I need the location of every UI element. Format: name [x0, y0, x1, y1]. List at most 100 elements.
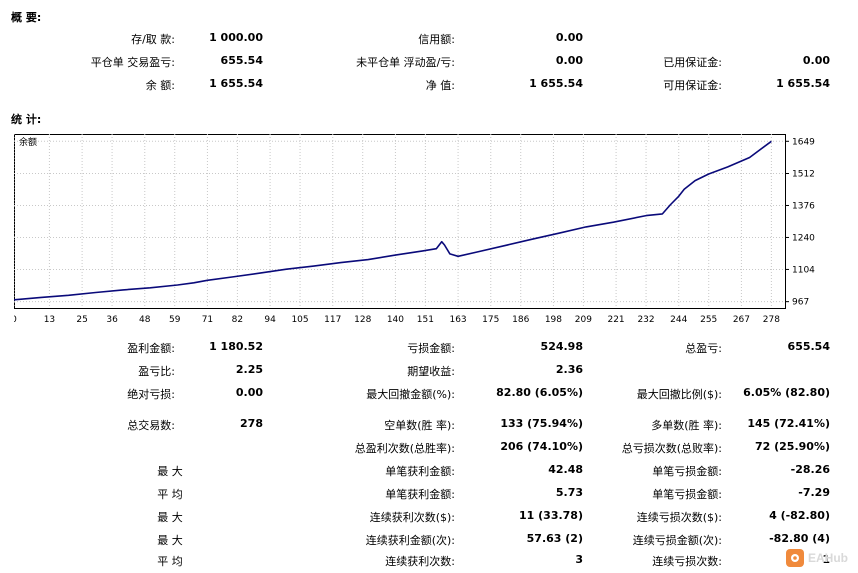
x-tick-label: 25	[76, 315, 87, 325]
stat-label: 连续亏损金额(次):	[632, 534, 722, 547]
stat-row-qualifier: 平 均	[157, 488, 183, 501]
summary-label: 存/取 款:	[131, 33, 175, 46]
series-label: 余额	[19, 136, 37, 148]
stat-row-qualifier: 最 大	[157, 534, 183, 547]
stat-value: 3	[575, 553, 583, 566]
x-tick-label: 163	[449, 315, 466, 325]
y-tick-label: 1240	[792, 233, 815, 243]
summary-value: 1 655.54	[209, 77, 263, 90]
summary-value: 0.00	[555, 54, 583, 67]
stat-label: 盈亏比:	[138, 365, 175, 378]
stat-label: 单笔亏损金额:	[652, 488, 722, 501]
stat-value: 1 180.52	[209, 340, 263, 353]
y-tick-label: 967	[792, 298, 809, 308]
summary-label: 已用保证金:	[663, 56, 722, 69]
stat-label: 盈利金额:	[127, 342, 175, 355]
summary-label: 未平仓单 浮动盈/亏:	[356, 56, 455, 69]
stat-row-qualifier: 最 大	[157, 511, 183, 524]
stat-value: -28.26	[790, 463, 830, 476]
y-tick-label: 1104	[792, 265, 815, 275]
stat-label: 单笔获利金额:	[385, 465, 455, 478]
stat-label: 总盈利次数(总胜率):	[354, 442, 455, 455]
y-tick-label: 1649	[792, 137, 815, 147]
summary-label: 余 额:	[145, 79, 175, 92]
stat-label: 总交易数:	[127, 419, 175, 432]
stat-value: 133 (75.94%)	[500, 417, 583, 430]
stat-label: 总亏损次数(总败率):	[621, 442, 722, 455]
stat-label: 亏损金额:	[407, 342, 455, 355]
stat-label: 多单数(胜 率):	[651, 419, 722, 432]
stat-value: -82.80 (4)	[769, 532, 830, 545]
x-tick-label: 94	[264, 315, 276, 325]
balance-chart: 0 13 25 36 48 59 71 82 94 105 117 128 140 151 163 175 18…	[14, 134, 815, 325]
summary-value: 1 000.00	[209, 31, 263, 44]
stat-row-qualifier: 平 均	[157, 555, 183, 568]
summary-title: 概 要:	[11, 11, 42, 24]
x-tick-label: 71	[202, 315, 213, 325]
stat-value: 5.73	[555, 486, 583, 499]
stat-label: 连续获利金额(次):	[365, 534, 455, 547]
stat-value: 82.80 (6.05%)	[496, 386, 583, 399]
stat-value: 655.54	[787, 340, 830, 353]
stat-label: 单笔亏损金额:	[652, 465, 722, 478]
stat-value: 6.05% (82.80)	[743, 386, 830, 399]
x-tick-label: 48	[139, 315, 151, 325]
x-tick-label: 105	[291, 315, 308, 325]
summary-label: 净 值:	[425, 79, 455, 92]
stat-value: 42.48	[548, 463, 583, 476]
stats-title: 统 计:	[11, 113, 42, 126]
stat-label: 空单数(胜 率):	[384, 419, 455, 432]
summary-value: 655.54	[220, 54, 263, 67]
x-tick-label: 36	[106, 315, 118, 325]
summary-value: 1 655.54	[529, 77, 583, 90]
y-tick-label: 1376	[792, 201, 815, 211]
x-tick-label: 267	[733, 315, 750, 325]
y-tick-label: 1512	[792, 170, 815, 180]
x-tick-label: 232	[637, 315, 654, 325]
stat-row-qualifier: 最 大	[157, 465, 183, 478]
x-tick-label: 175	[482, 315, 499, 325]
eahub-watermark: EAHub	[786, 547, 852, 569]
x-tick-label: 140	[387, 315, 404, 325]
x-tick-label: 221	[607, 315, 624, 325]
stat-value: 206 (74.10%)	[500, 440, 583, 453]
x-tick-label: 59	[169, 315, 181, 325]
watermark-text: EAHub	[808, 551, 848, 565]
stat-value: 2.25	[235, 363, 263, 376]
x-tick-label: 128	[354, 315, 371, 325]
x-tick-label: 209	[575, 315, 592, 325]
stat-label: 连续获利次数:	[385, 555, 455, 568]
x-tick-label: 82	[232, 315, 243, 325]
summary-label: 可用保证金:	[663, 79, 722, 92]
x-tick-label: 13	[44, 315, 55, 325]
stat-value: 57.63 (2)	[526, 532, 583, 545]
x-tick-label: 186	[512, 315, 529, 325]
stat-label: 单笔获利金额:	[385, 488, 455, 501]
plot-frame	[14, 134, 786, 309]
summary-label: 信用额:	[418, 33, 455, 46]
stat-label: 连续亏损次数:	[652, 555, 722, 568]
x-tick-label: 244	[670, 315, 687, 325]
summary-value: 0.00	[555, 31, 583, 44]
x-tick-label: 198	[545, 315, 562, 325]
x-tick-label: 278	[763, 315, 780, 325]
stat-label: 期望收益:	[407, 365, 455, 378]
stat-value: 72 (25.90%)	[754, 440, 830, 453]
stat-value: 145 (72.41%)	[747, 417, 830, 430]
summary-value: 0.00	[802, 54, 830, 67]
x-tick-label: 151	[417, 315, 434, 325]
stat-value: 11 (33.78)	[519, 509, 583, 522]
x-tick-label: 117	[324, 315, 341, 325]
stat-label: 最大回撤金额(%):	[366, 388, 455, 401]
stat-label: 绝对亏损:	[127, 388, 175, 401]
stat-value: 2.36	[555, 363, 583, 376]
summary-value: 1 655.54	[776, 77, 830, 90]
x-tick-label: 255	[700, 315, 717, 325]
summary-label: 平仓单 交易盈亏:	[90, 56, 175, 69]
eahub-logo-icon	[786, 549, 804, 567]
stat-value: 278	[240, 417, 263, 430]
stat-label: 总盈亏:	[685, 342, 722, 355]
stat-value: 4 (-82.80)	[769, 509, 830, 522]
stat-label: 连续亏损次数($):	[636, 511, 722, 524]
stat-value: 524.98	[540, 340, 583, 353]
